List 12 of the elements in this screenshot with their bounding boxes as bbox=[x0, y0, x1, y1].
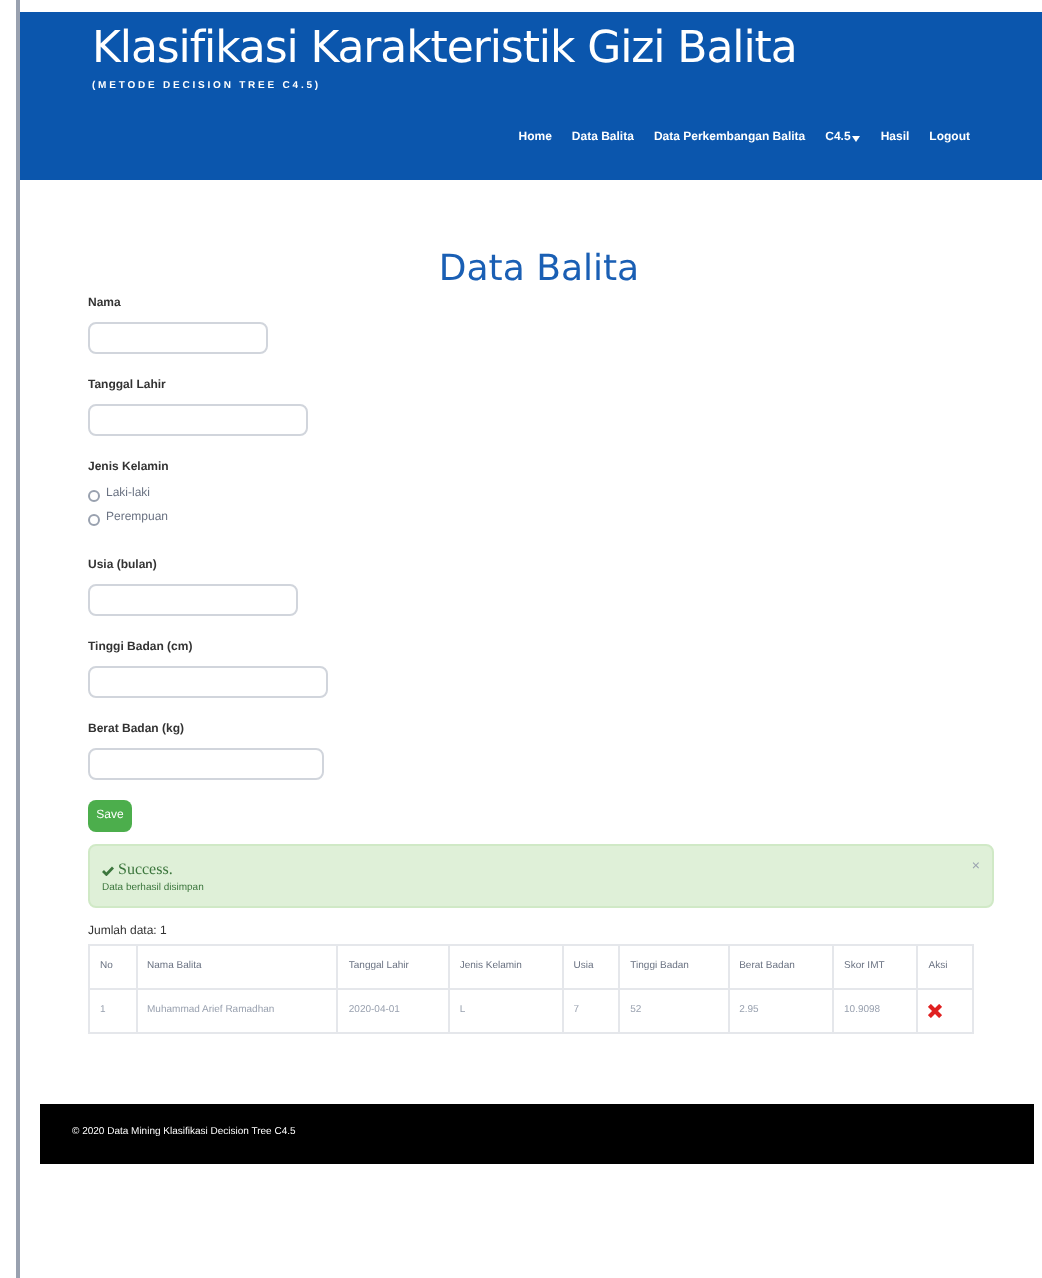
radio-button[interactable] bbox=[88, 489, 100, 501]
input-field[interactable] bbox=[88, 584, 298, 616]
radio-button[interactable] bbox=[88, 513, 100, 525]
input-field[interactable] bbox=[88, 748, 324, 780]
page-title: Data Balita bbox=[436, 248, 642, 292]
checkmark-icon bbox=[102, 865, 114, 875]
site-title: Klasifikasi Karakteristik Gizi Balita bbox=[92, 22, 799, 78]
input-field[interactable] bbox=[88, 666, 328, 698]
input-field[interactable] bbox=[88, 404, 308, 436]
alert-title: Success. bbox=[118, 858, 173, 882]
input-field[interactable] bbox=[88, 322, 268, 354]
delete-icon[interactable] bbox=[928, 1004, 943, 1018]
